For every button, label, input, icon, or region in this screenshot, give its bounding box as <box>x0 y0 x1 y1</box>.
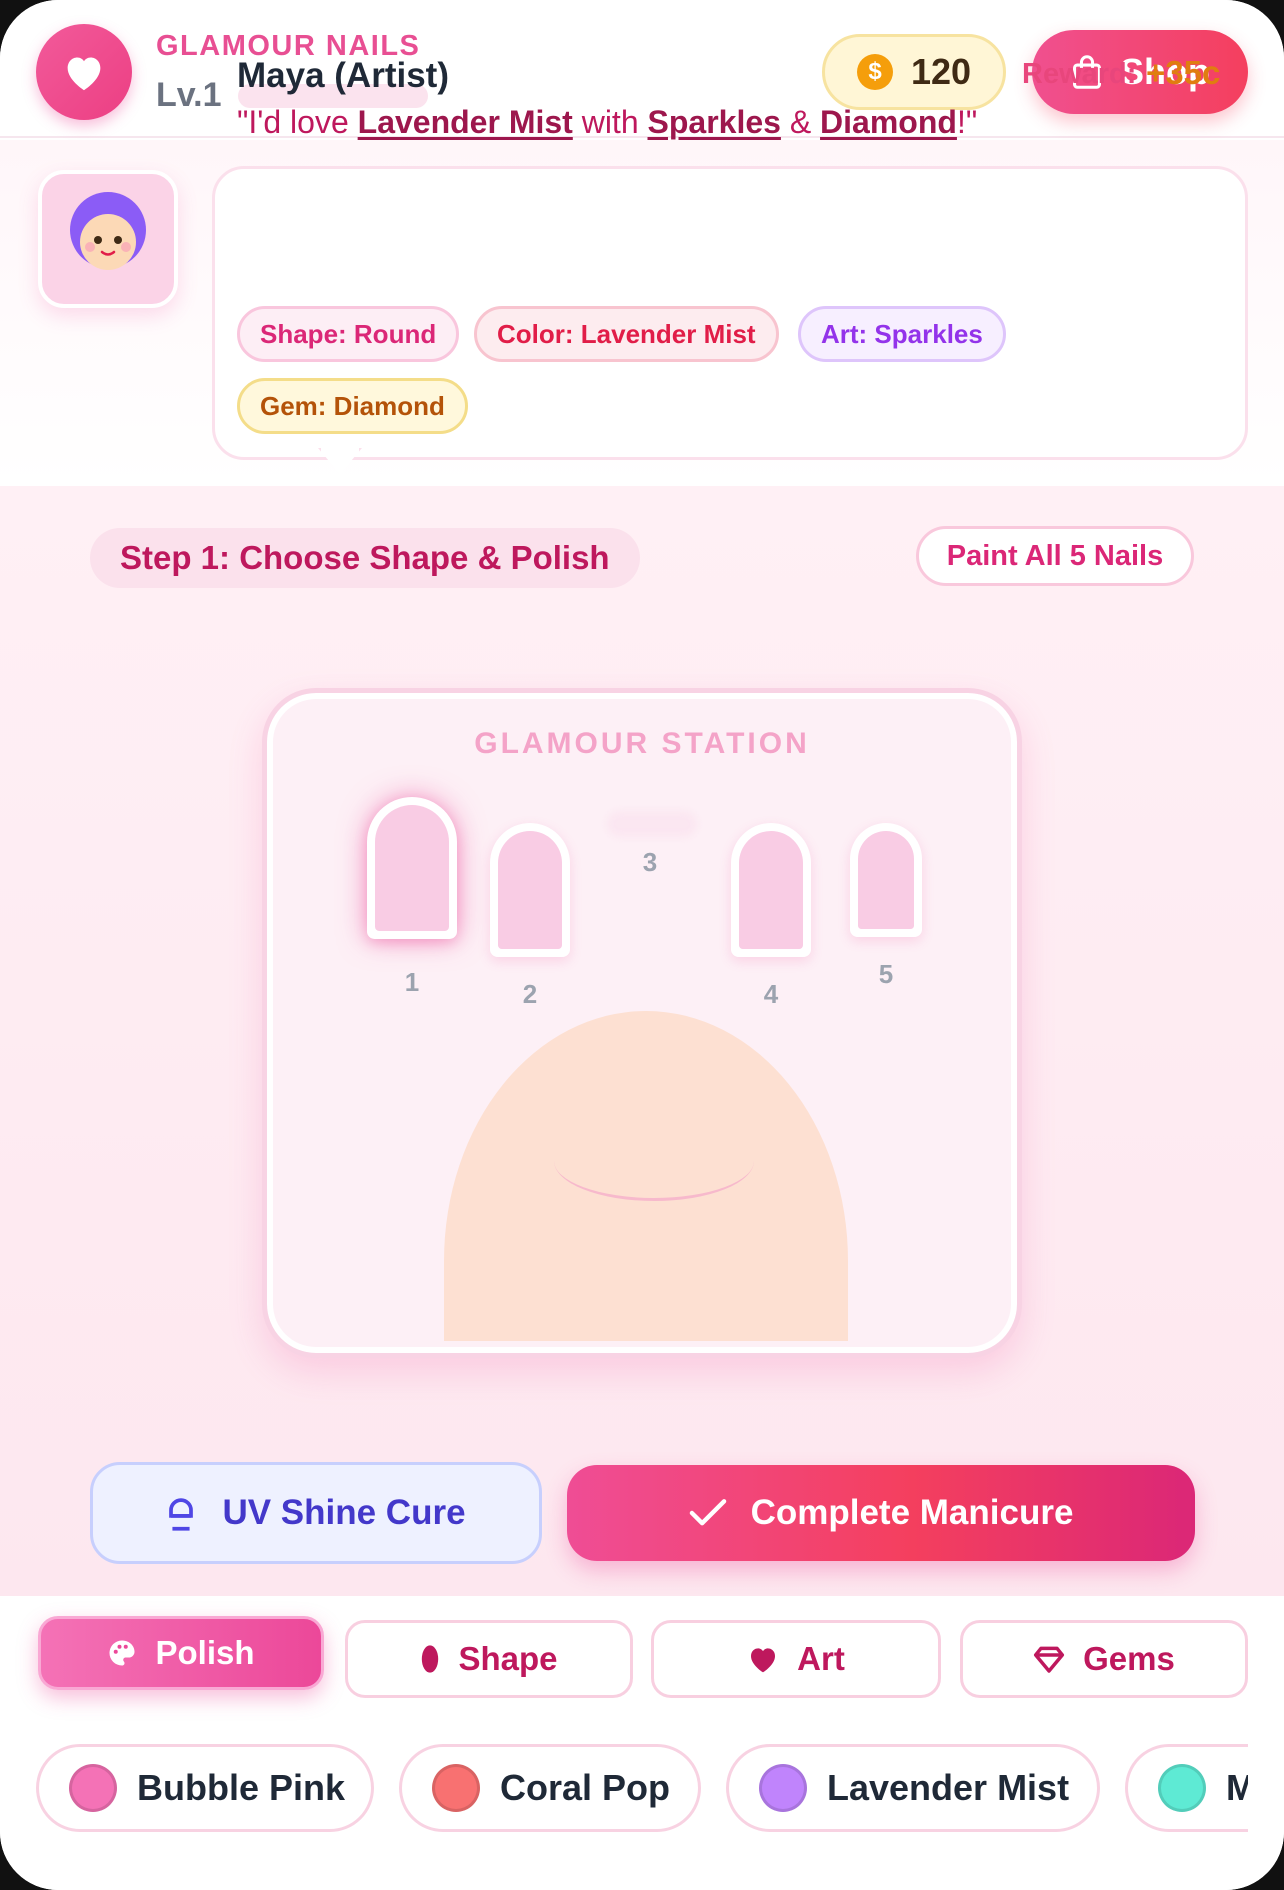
paint-all-button[interactable]: Paint All 5 Nails <box>916 526 1194 586</box>
color-dot <box>759 1764 807 1812</box>
quote-text: & <box>780 104 821 140</box>
reward-value: +35c <box>1146 54 1221 91</box>
checkmark-icon <box>689 1499 726 1526</box>
heart-logo-icon <box>36 24 132 120</box>
quote-text: with <box>572 104 648 140</box>
reward-label: Reward: <box>1022 58 1137 90</box>
nail-number: 5 <box>878 959 894 989</box>
polish-name: Coral Pop <box>500 1767 671 1808</box>
client-name: Maya (Artist) <box>237 56 449 95</box>
coin-amount: 120 <box>911 51 972 92</box>
nail-number: 4 <box>763 979 779 1009</box>
bubble-tail <box>318 448 362 474</box>
uv-lamp-icon <box>169 1498 194 1531</box>
polish-swatch[interactable]: Coral Pop <box>399 1744 701 1832</box>
nail-5[interactable] <box>850 823 922 937</box>
heart-icon <box>751 1648 776 1673</box>
cuticle-line <box>554 1161 754 1201</box>
nail-1[interactable] <box>367 797 457 939</box>
glamour-station: GLAMOUR STATION 1 2 3 4 5 <box>262 688 1022 1358</box>
client-face-icon <box>70 192 146 270</box>
complete-manicure-button[interactable]: Complete Manicure <box>567 1465 1195 1561</box>
nail-bed <box>858 831 914 929</box>
quote-art: Sparkles <box>647 104 781 140</box>
nail-bed <box>739 831 803 949</box>
tab-shape[interactable]: Shape <box>345 1620 633 1698</box>
uv-label: UV Shine Cure <box>222 1493 466 1532</box>
nail-bed <box>375 805 449 931</box>
quote-text: "I'd love <box>237 104 358 140</box>
nail-3-placeholder[interactable] <box>607 811 697 837</box>
palette-icon <box>109 1640 135 1666</box>
requirement-tag-art: Art: Sparkles <box>798 306 1006 362</box>
requirement-tag-gem: Gem: Diamond <box>237 378 468 434</box>
tab-label: Gems <box>1083 1640 1175 1677</box>
gem-icon <box>1034 1646 1065 1673</box>
uv-shine-cure-button[interactable]: UV Shine Cure <box>90 1462 542 1564</box>
complete-label: Complete Manicure <box>750 1493 1074 1532</box>
client-quote: "I'd love Lavender Mist with Sparkles & … <box>237 104 977 141</box>
color-dot <box>69 1764 117 1812</box>
tab-label: Shape <box>458 1640 558 1677</box>
polish-swatch[interactable]: Bubble Pink <box>36 1744 374 1832</box>
nail-shape-icon <box>422 1645 439 1673</box>
game-screen: GLAMOUR NAILS Lv.1 $ 120 Shop Maya (Arti… <box>0 0 1284 1890</box>
nail-number: 3 <box>642 847 658 877</box>
requirement-tag-color: Color: Lavender Mist <box>474 306 779 362</box>
polish-name: Bubble Pink <box>137 1767 346 1808</box>
nail-4[interactable] <box>731 823 811 957</box>
polish-swatch-row: Bubble Pink Coral Pop Lavender Mist M <box>36 1742 1248 1834</box>
tab-art[interactable]: Art <box>651 1620 941 1698</box>
quote-color: Lavender Mist <box>357 104 573 140</box>
nail-bed <box>498 831 562 949</box>
nail-number: 1 <box>404 967 420 997</box>
coin-icon: $ <box>857 54 893 90</box>
polish-name: M <box>1226 1767 1248 1808</box>
station-title: GLAMOUR STATION <box>474 727 810 760</box>
nail-number: 2 <box>522 979 538 1009</box>
tab-label: Art <box>797 1640 845 1677</box>
color-dot <box>432 1764 480 1812</box>
color-dot <box>1158 1764 1206 1812</box>
tab-gems[interactable]: Gems <box>960 1620 1248 1698</box>
tab-label: Polish <box>155 1634 255 1671</box>
tab-polish[interactable]: Polish <box>38 1616 324 1690</box>
quote-text: !" <box>956 104 978 140</box>
polish-swatch[interactable]: M <box>1125 1744 1248 1832</box>
polish-name: Lavender Mist <box>827 1767 1070 1808</box>
client-avatar <box>38 170 178 308</box>
requirement-tag-shape: Shape: Round <box>237 306 460 362</box>
level-label: Lv.1 <box>156 76 222 114</box>
step-label: Step 1: Choose Shape & Polish <box>90 528 640 588</box>
quote-gem: Diamond <box>820 104 957 140</box>
polish-swatch[interactable]: Lavender Mist <box>726 1744 1100 1832</box>
finger-preview <box>444 1011 848 1341</box>
coin-counter: $ 120 <box>822 34 1006 110</box>
nail-2[interactable] <box>490 823 570 957</box>
